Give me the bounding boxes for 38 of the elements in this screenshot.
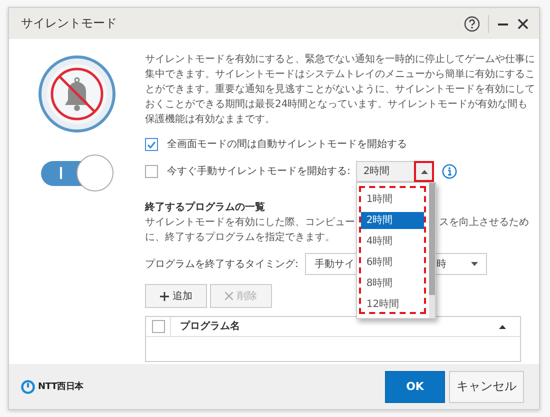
logo-icon (21, 380, 35, 394)
window-title: サイレントモード (21, 15, 118, 32)
caret-icon (420, 170, 428, 174)
plus-icon (160, 292, 168, 300)
checkbox[interactable] (145, 165, 158, 178)
close-icon[interactable] (517, 18, 529, 30)
checkbox[interactable] (152, 320, 164, 333)
caret-icon (471, 262, 478, 266)
logo-text: NTT西日本 (38, 380, 84, 393)
dropdown-option[interactable]: 1時間 (361, 191, 424, 208)
duration-dropdown[interactable]: 2時間 (356, 161, 434, 182)
checkbox-label: 全画面モードの間は自動サイレントモードを開始する (167, 138, 407, 152)
cancel-button[interactable]: キャンセル (449, 370, 524, 402)
x-icon (225, 292, 233, 300)
section-description: スを向上させるため (439, 216, 529, 230)
help-icon[interactable] (464, 16, 480, 32)
dropdown-arrow-button[interactable] (414, 161, 434, 182)
add-button[interactable]: 追加 (145, 284, 207, 308)
dropdown-option[interactable]: 8時間 (361, 275, 424, 292)
scrollbar[interactable] (429, 183, 436, 318)
section-description: に、終了するプログラムを指定できます。 (145, 230, 335, 245)
ok-button[interactable]: OK (385, 370, 445, 402)
sort-arrow-icon[interactable] (499, 324, 506, 328)
toggle-switch[interactable] (39, 153, 115, 193)
muted-bell-icon (38, 55, 116, 133)
timing-label: プログラムを終了するタイミング: (145, 258, 298, 272)
section-heading: 終了するプログラムの一覧 (145, 200, 266, 215)
dropdown-option[interactable]: 12時間 (361, 296, 424, 313)
dropdown-option[interactable]: 2時間 (361, 212, 424, 229)
dropdown-option[interactable]: 6時間 (361, 254, 424, 271)
column-header[interactable]: プログラム名 (171, 319, 499, 334)
description-text: サイレントモードを有効にすると、緊急でない通知を一時的に停止してゲームや仕事に集中できます。サイレントモードはシステムトレイのメニューから簡単に有効にすることができます。重要な通知を見逃すことがないように、サイレントモードを有効にしておくことができる期間は最長24時間となっています。サイレントモードが有効な間も保護機能は有効なままです。 (145, 52, 536, 127)
checkbox-label: 今すぐ手動サイレントモードを開始する: (167, 164, 350, 179)
checkbox[interactable] (145, 138, 158, 151)
info-icon[interactable] (442, 164, 458, 179)
check-icon (147, 140, 156, 148)
dropdown-option[interactable]: 4時間 (361, 233, 424, 250)
section-description: サイレントモードを有効にした際、コンピュー (145, 217, 355, 228)
